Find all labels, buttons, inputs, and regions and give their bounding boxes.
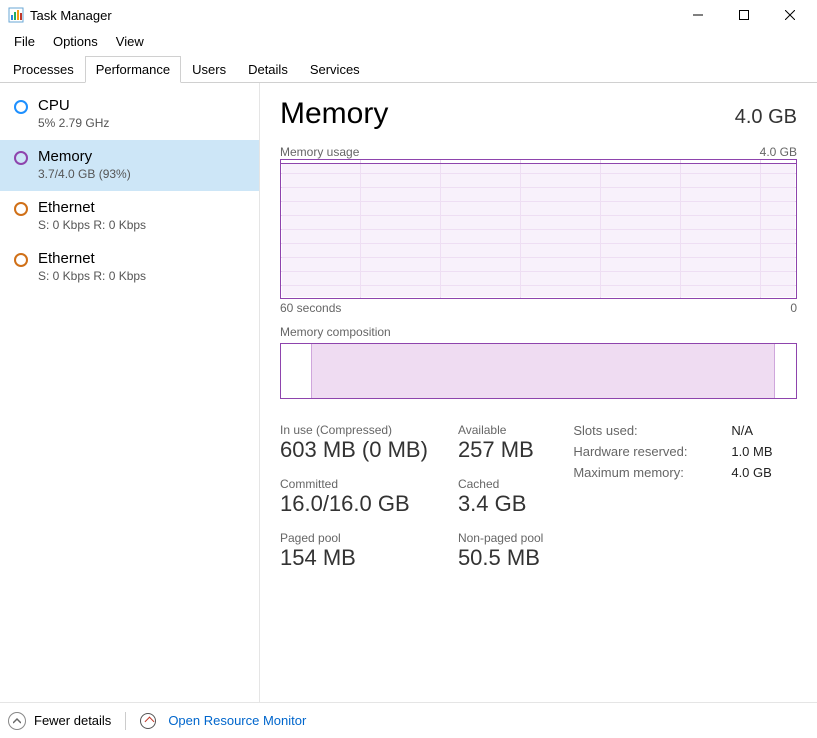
usage-chart-labels: Memory usage 4.0 GB xyxy=(280,145,797,159)
stat-available-value: 257 MB xyxy=(458,437,543,463)
memory-composition-chart[interactable] xyxy=(280,343,797,399)
ring-icon xyxy=(14,100,28,114)
menu-file[interactable]: File xyxy=(6,32,43,51)
tab-bar: Processes Performance Users Details Serv… xyxy=(0,55,817,83)
maximize-button[interactable] xyxy=(721,0,767,30)
stat-nonpaged-value: 50.5 MB xyxy=(458,545,543,571)
usage-chart-fill xyxy=(282,163,795,297)
hw-reserved-label: Hardware reserved: xyxy=(573,444,713,459)
tab-details[interactable]: Details xyxy=(237,56,299,83)
sidebar-item-ethernet-2[interactable]: Ethernet S: 0 Kbps R: 0 Kbps xyxy=(0,242,259,293)
ring-icon xyxy=(14,253,28,267)
stat-committed-value: 16.0/16.0 GB xyxy=(280,491,428,517)
usage-chart-max: 4.0 GB xyxy=(760,145,797,159)
fewer-details-link[interactable]: Fewer details xyxy=(34,713,111,728)
max-mem-label: Maximum memory: xyxy=(573,465,713,480)
stat-nonpaged-label: Non-paged pool xyxy=(458,531,543,545)
tab-processes[interactable]: Processes xyxy=(2,56,85,83)
window-title: Task Manager xyxy=(30,8,112,23)
comp-seg-free xyxy=(775,344,796,398)
sidebar-item-title: CPU xyxy=(38,97,109,114)
ring-icon xyxy=(14,151,28,165)
usage-chart-line xyxy=(281,163,796,164)
main-panel: Memory 4.0 GB Memory usage 4.0 GB 60 sec… xyxy=(260,83,817,702)
sidebar-item-title: Memory xyxy=(38,148,131,165)
menu-bar: File Options View xyxy=(0,30,817,55)
stats-area: In use (Compressed) 603 MB (0 MB) Availa… xyxy=(280,423,797,585)
sidebar: CPU 5% 2.79 GHz Memory 3.7/4.0 GB (93%) … xyxy=(0,83,260,702)
stat-available-label: Available xyxy=(458,423,543,437)
ring-icon xyxy=(14,202,28,216)
time-axis-right: 0 xyxy=(790,301,797,315)
tab-services[interactable]: Services xyxy=(299,56,371,83)
hw-reserved-value: 1.0 MB xyxy=(731,444,772,459)
menu-options[interactable]: Options xyxy=(45,32,106,51)
stats-right: Slots used: N/A Hardware reserved: 1.0 M… xyxy=(573,423,772,585)
time-axis-left: 60 seconds xyxy=(280,301,341,315)
usage-chart-time-axis: 60 seconds 0 xyxy=(280,301,797,315)
stat-paged-value: 154 MB xyxy=(280,545,428,571)
fewer-details-icon[interactable] xyxy=(8,712,26,730)
sidebar-item-title: Ethernet xyxy=(38,199,146,216)
app-icon xyxy=(8,7,24,23)
resource-monitor-icon[interactable] xyxy=(140,713,156,729)
sidebar-item-memory[interactable]: Memory 3.7/4.0 GB (93%) xyxy=(0,140,259,191)
stat-paged-label: Paged pool xyxy=(280,531,428,545)
footer-bar: Fewer details Open Resource Monitor xyxy=(0,702,817,738)
close-button[interactable] xyxy=(767,0,813,30)
memory-capacity: 4.0 GB xyxy=(735,106,797,129)
slots-label: Slots used: xyxy=(573,423,713,438)
sidebar-item-cpu[interactable]: CPU 5% 2.79 GHz xyxy=(0,89,259,140)
comp-chart-title: Memory composition xyxy=(280,325,391,339)
stats-left: In use (Compressed) 603 MB (0 MB) Availa… xyxy=(280,423,543,585)
menu-view[interactable]: View xyxy=(108,32,152,51)
sidebar-item-sub: S: 0 Kbps R: 0 Kbps xyxy=(38,269,146,283)
sidebar-item-sub: 3.7/4.0 GB (93%) xyxy=(38,167,131,181)
footer-divider xyxy=(125,712,126,730)
page-title: Memory xyxy=(280,97,388,131)
stat-committed-label: Committed xyxy=(280,477,428,491)
title-bar: Task Manager xyxy=(0,0,817,30)
sidebar-item-sub: S: 0 Kbps R: 0 Kbps xyxy=(38,218,146,232)
max-mem-value: 4.0 GB xyxy=(731,465,771,480)
stat-inuse-value: 603 MB (0 MB) xyxy=(280,437,428,463)
stat-inuse-label: In use (Compressed) xyxy=(280,423,428,437)
minimize-button[interactable] xyxy=(675,0,721,30)
comp-chart-labels: Memory composition xyxy=(280,325,797,339)
sidebar-item-title: Ethernet xyxy=(38,250,146,267)
sidebar-item-ethernet-1[interactable]: Ethernet S: 0 Kbps R: 0 Kbps xyxy=(0,191,259,242)
tab-users[interactable]: Users xyxy=(181,56,237,83)
usage-chart-title: Memory usage xyxy=(280,145,359,159)
tab-performance[interactable]: Performance xyxy=(85,56,181,83)
main-header: Memory 4.0 GB xyxy=(280,97,797,131)
comp-seg-reserved xyxy=(281,344,312,398)
memory-usage-chart[interactable] xyxy=(280,159,797,299)
comp-seg-inuse xyxy=(312,344,776,398)
open-resource-monitor-link[interactable]: Open Resource Monitor xyxy=(168,713,306,728)
sidebar-item-sub: 5% 2.79 GHz xyxy=(38,116,109,130)
stat-cached-value: 3.4 GB xyxy=(458,491,543,517)
stat-cached-label: Cached xyxy=(458,477,543,491)
content-area: CPU 5% 2.79 GHz Memory 3.7/4.0 GB (93%) … xyxy=(0,83,817,702)
slots-value: N/A xyxy=(731,423,753,438)
